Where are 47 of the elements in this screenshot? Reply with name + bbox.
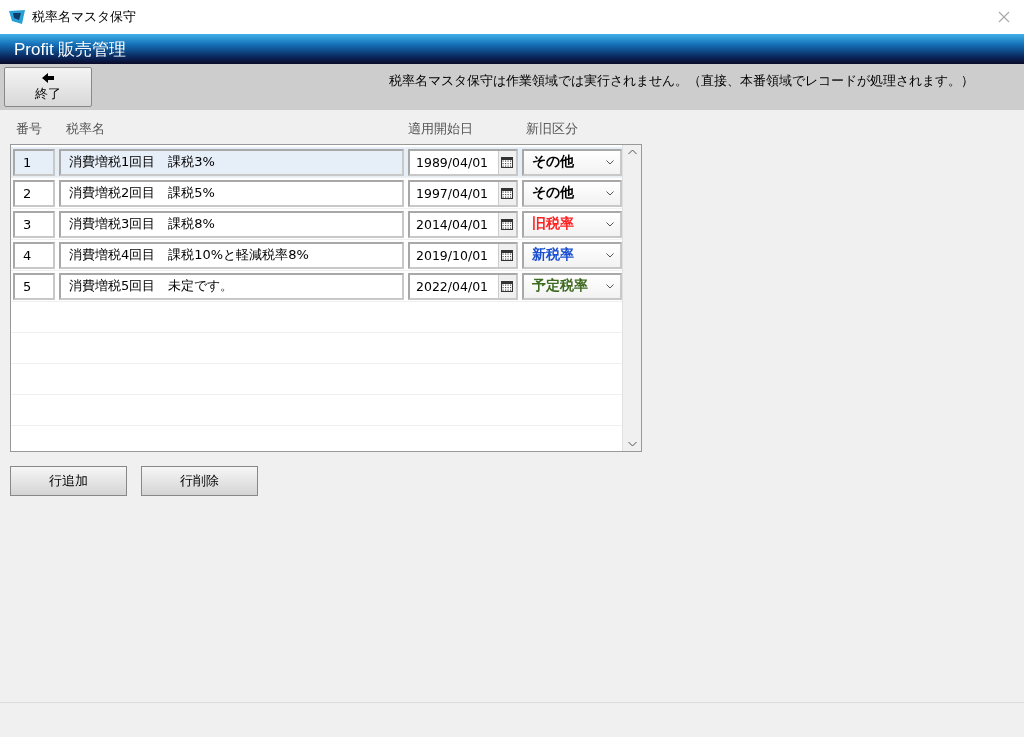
- date-field[interactable]: 2019/10/01: [408, 241, 518, 269]
- name-field[interactable]: 消費増税5回目 未定です。: [59, 272, 404, 300]
- name-field[interactable]: 消費増税3回目 課税8%: [59, 210, 404, 238]
- date-field[interactable]: 1997/04/01: [408, 179, 518, 207]
- window-title: 税率名マスタ保守: [32, 8, 136, 26]
- column-header: 番号: [15, 120, 43, 138]
- number-cell: 1: [13, 148, 55, 176]
- calendar-icon[interactable]: [501, 218, 514, 230]
- caret-icon: [606, 283, 614, 289]
- left-arrow-icon: [41, 71, 55, 84]
- category-dropdown[interactable]: 新税率: [522, 241, 622, 269]
- table-row[interactable]: 1 消費増税1回目 課税3% 1989/04/01 その他: [11, 147, 622, 178]
- app-title: Profit 販売管理: [14, 38, 127, 61]
- name-field[interactable]: 消費増税2回目 課税5%: [59, 179, 404, 207]
- number-cell: 3: [13, 210, 55, 238]
- caret-icon: [606, 252, 614, 258]
- number-cell: 4: [13, 241, 55, 269]
- app-logo-icon: [8, 9, 26, 25]
- calendar-icon[interactable]: [501, 280, 514, 292]
- number-cell: 2: [13, 179, 55, 207]
- number-cell: 5: [13, 272, 55, 300]
- column-header: 適用開始日: [407, 120, 474, 138]
- date-field[interactable]: 2014/04/01: [408, 210, 518, 238]
- table-row[interactable]: 2 消費増税2回目 課税5% 1997/04/01 その他: [11, 178, 622, 209]
- action-button[interactable]: 行追加: [10, 466, 127, 496]
- date-field[interactable]: 1989/04/01: [408, 148, 518, 176]
- table-row[interactable]: 5 消費増税5回目 未定です。 2022/04/01 予定税率: [11, 271, 622, 302]
- caret-icon: [606, 190, 614, 196]
- action-button[interactable]: 行削除: [141, 466, 258, 496]
- calendar-icon[interactable]: [501, 156, 514, 168]
- notice-text: 税率名マスタ保守は作業領域では実行されません。（直接、本番領域でレコードが処理されます。）: [389, 72, 974, 90]
- table-row[interactable]: 4 消費増税4回目 課税10%と軽減税率8% 2019/10/01 新税率: [11, 240, 622, 271]
- caret-icon: [606, 221, 614, 227]
- name-field[interactable]: 消費増税1回目 課税3%: [59, 148, 404, 176]
- name-field[interactable]: 消費増税4回目 課税10%と軽減税率8%: [59, 241, 404, 269]
- category-dropdown[interactable]: その他: [522, 148, 622, 176]
- date-field[interactable]: 2022/04/01: [408, 272, 518, 300]
- exit-button[interactable]: 終了: [4, 67, 92, 107]
- category-dropdown[interactable]: 旧税率: [522, 210, 622, 238]
- column-header: 税率名: [65, 120, 106, 138]
- table-row[interactable]: 3 消費増税3回目 課税8% 2014/04/01 旧税率: [11, 209, 622, 240]
- calendar-icon[interactable]: [501, 249, 514, 261]
- caret-icon: [606, 159, 614, 165]
- calendar-icon[interactable]: [501, 187, 514, 199]
- category-dropdown[interactable]: その他: [522, 179, 622, 207]
- category-dropdown[interactable]: 予定税率: [522, 272, 622, 300]
- column-header: 新旧区分: [525, 120, 579, 138]
